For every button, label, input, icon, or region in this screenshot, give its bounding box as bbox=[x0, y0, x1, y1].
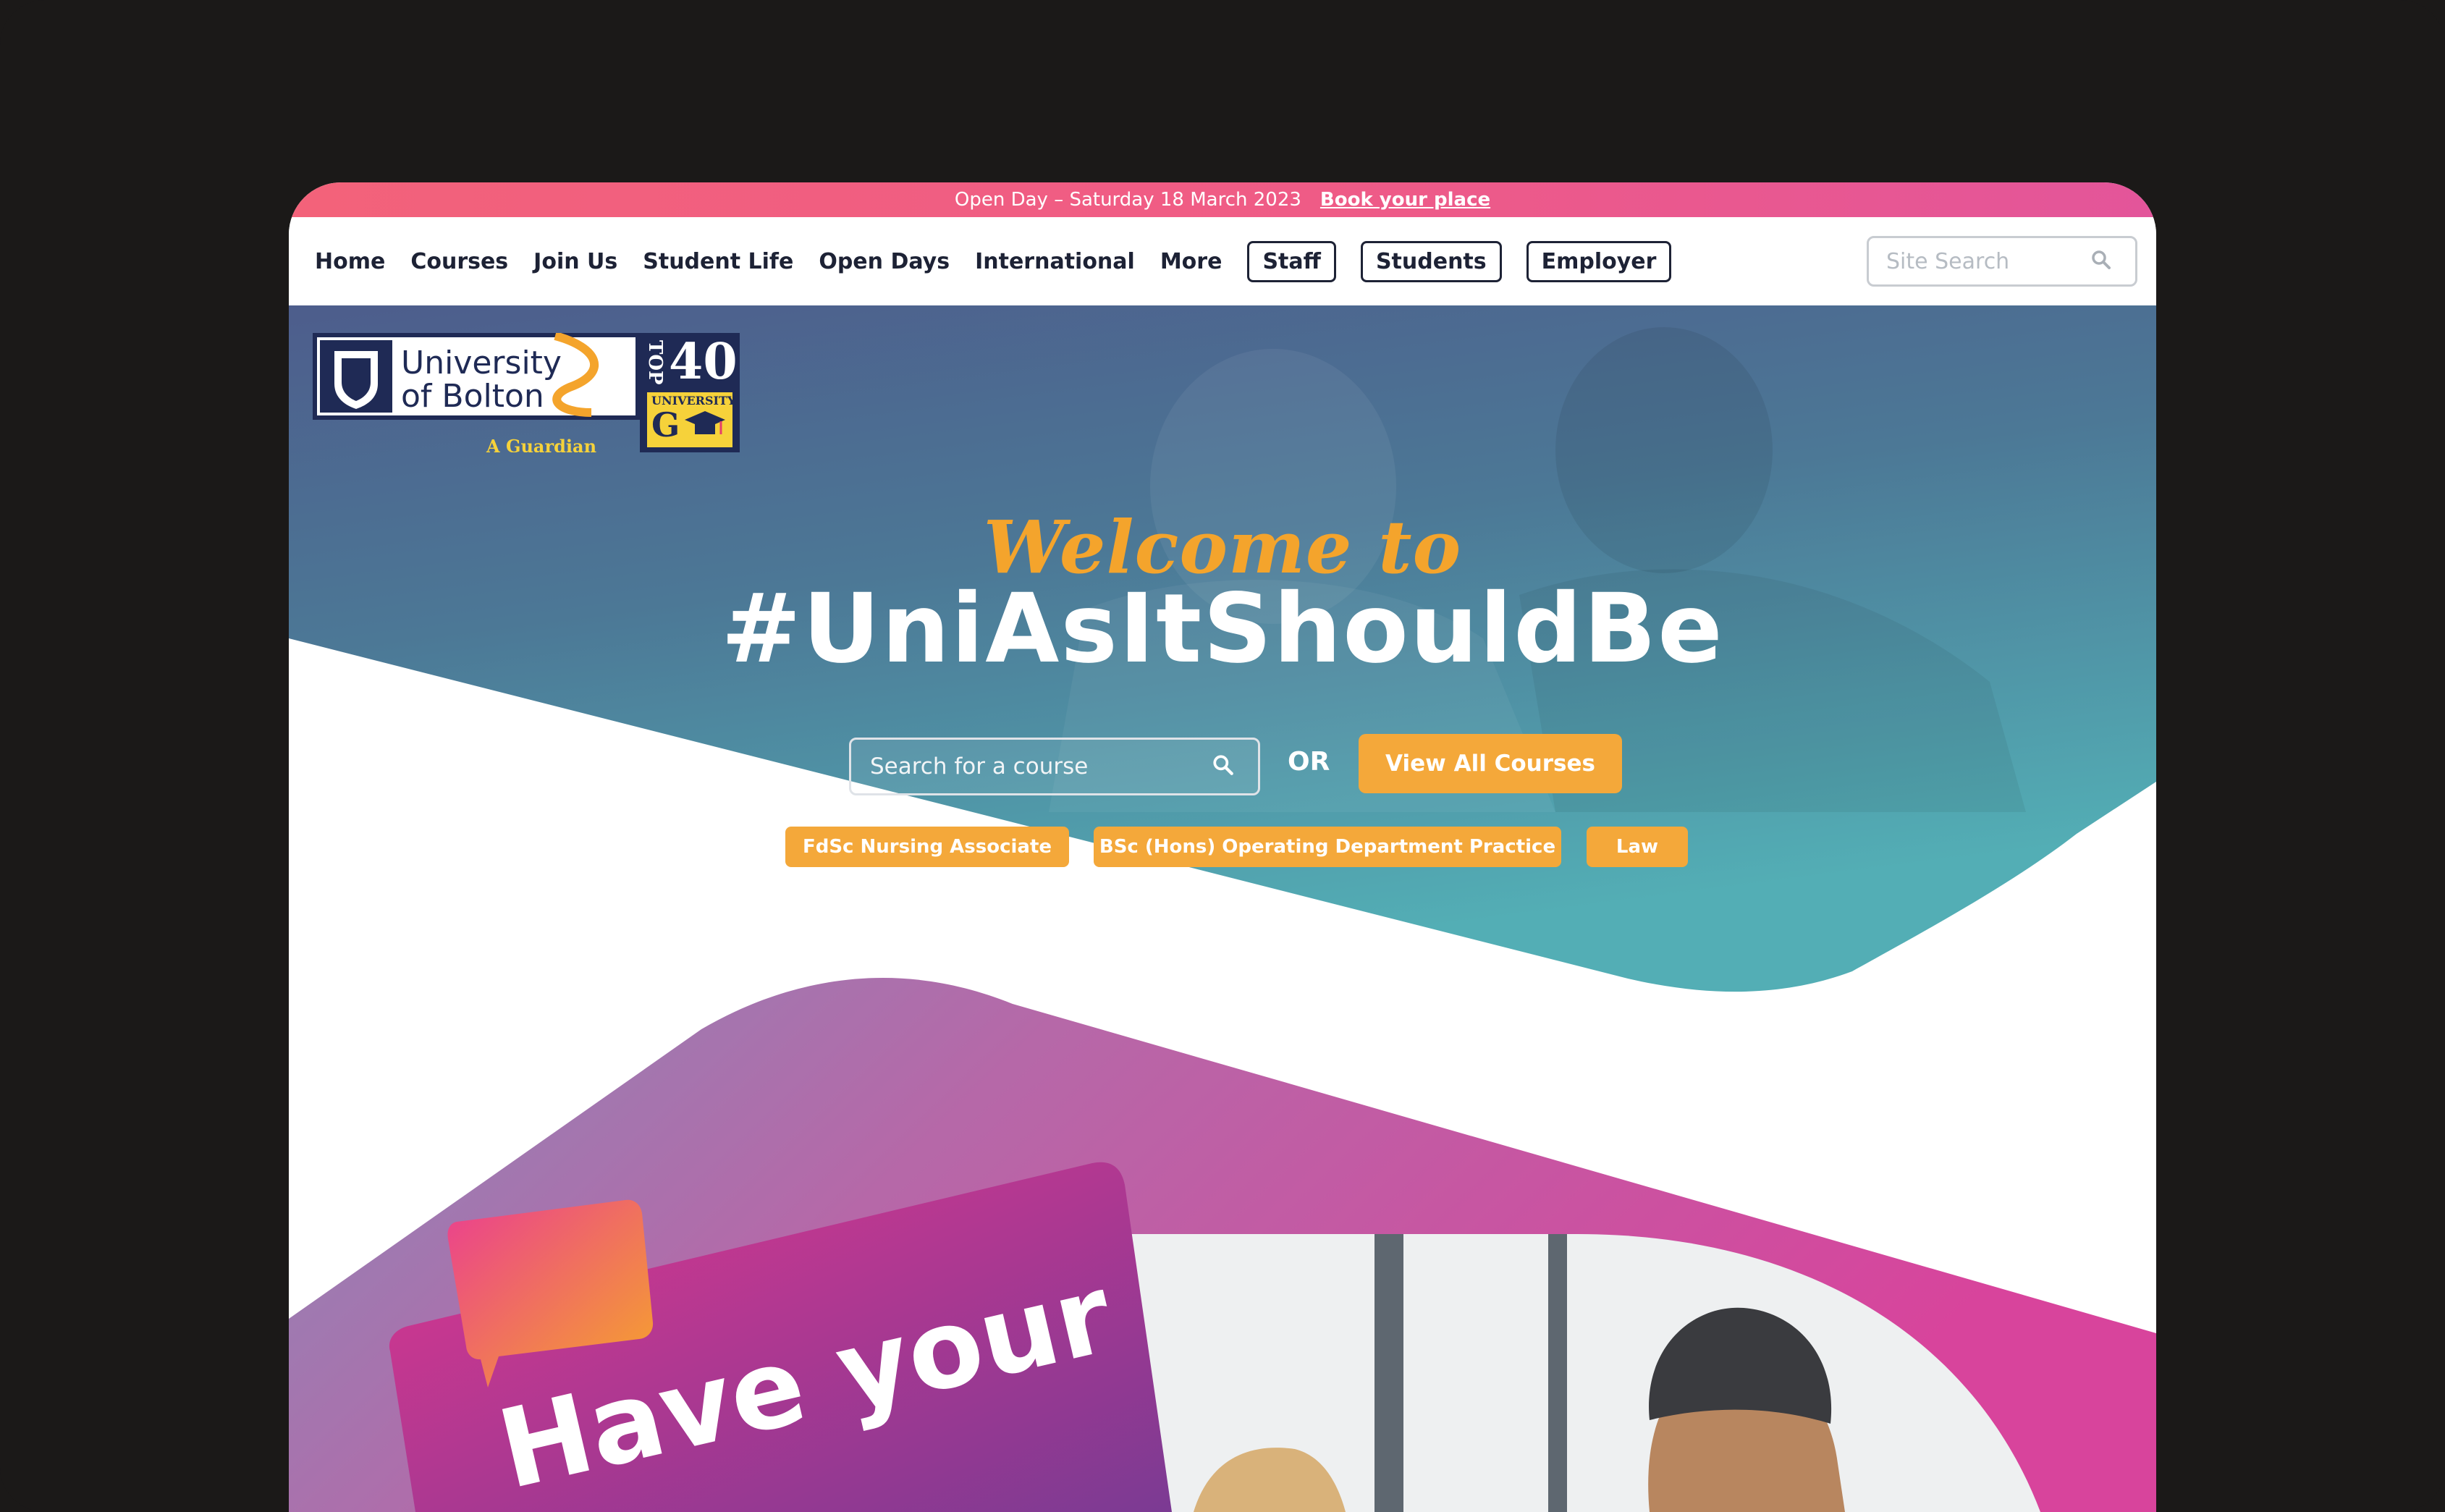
quick-link-law[interactable]: Law bbox=[1587, 827, 1688, 867]
or-label: OR bbox=[1288, 747, 1330, 777]
hero-section: A Guardian University of Bolton TOP 40 U… bbox=[289, 305, 2156, 1512]
site-search-box bbox=[1867, 236, 2137, 287]
nav-item-open-days[interactable]: Open Days bbox=[819, 249, 950, 274]
view-all-courses-button[interactable]: View All Courses bbox=[1359, 734, 1622, 793]
nav-links: Home Courses Join Us Student Life Open D… bbox=[315, 240, 1696, 282]
announcement-bar: Open Day – Saturday 18 March 2023 Book y… bbox=[289, 182, 2156, 217]
quick-link-operating-department-practice[interactable]: BSc (Hons) Operating Department Practice bbox=[1094, 827, 1561, 867]
announcement-text: Open Day – Saturday 18 March 2023 bbox=[954, 189, 1301, 211]
staff-button[interactable]: Staff bbox=[1247, 240, 1336, 282]
nav-item-more[interactable]: More bbox=[1160, 249, 1222, 274]
logo-badge-letter: G bbox=[651, 405, 680, 444]
logo-line1: University bbox=[401, 345, 562, 381]
university-logo[interactable]: A Guardian University of Bolton TOP 40 U… bbox=[313, 331, 740, 457]
students-button[interactable]: Students bbox=[1360, 240, 1502, 282]
course-search-input[interactable] bbox=[869, 753, 1212, 780]
logo-guardian-text: A Guardian bbox=[486, 436, 596, 452]
logo-line2: of Bolton bbox=[401, 378, 544, 415]
graduation-cap-icon bbox=[683, 410, 727, 444]
course-search-icon[interactable] bbox=[1212, 753, 1235, 780]
book-your-place-link[interactable]: Book your place bbox=[1320, 189, 1490, 211]
quick-link-nursing-associate[interactable]: FdSc Nursing Associate bbox=[785, 827, 1069, 867]
hero-background bbox=[289, 305, 2156, 1512]
nav-item-courses[interactable]: Courses bbox=[410, 249, 508, 274]
logo-badge-number: 40 bbox=[669, 333, 738, 391]
search-icon[interactable] bbox=[2090, 249, 2112, 274]
site-search-input[interactable] bbox=[1885, 248, 2090, 275]
browser-viewport: Open Day – Saturday 18 March 2023 Book y… bbox=[289, 182, 2156, 1512]
logo-badge-top: TOP bbox=[644, 340, 666, 385]
course-search-box bbox=[849, 738, 1260, 795]
hashtag-heading: #UniAsItShouldBe bbox=[721, 573, 1724, 685]
main-navigation: Home Courses Join Us Student Life Open D… bbox=[289, 217, 2156, 305]
nav-item-international[interactable]: International bbox=[975, 249, 1135, 274]
employer-button[interactable]: Employer bbox=[1526, 240, 1672, 282]
nav-item-student-life[interactable]: Student Life bbox=[643, 249, 793, 274]
nav-item-home[interactable]: Home bbox=[315, 249, 385, 274]
device-frame: Open Day – Saturday 18 March 2023 Book y… bbox=[0, 0, 2445, 1512]
nav-item-join-us[interactable]: Join Us bbox=[533, 249, 617, 274]
